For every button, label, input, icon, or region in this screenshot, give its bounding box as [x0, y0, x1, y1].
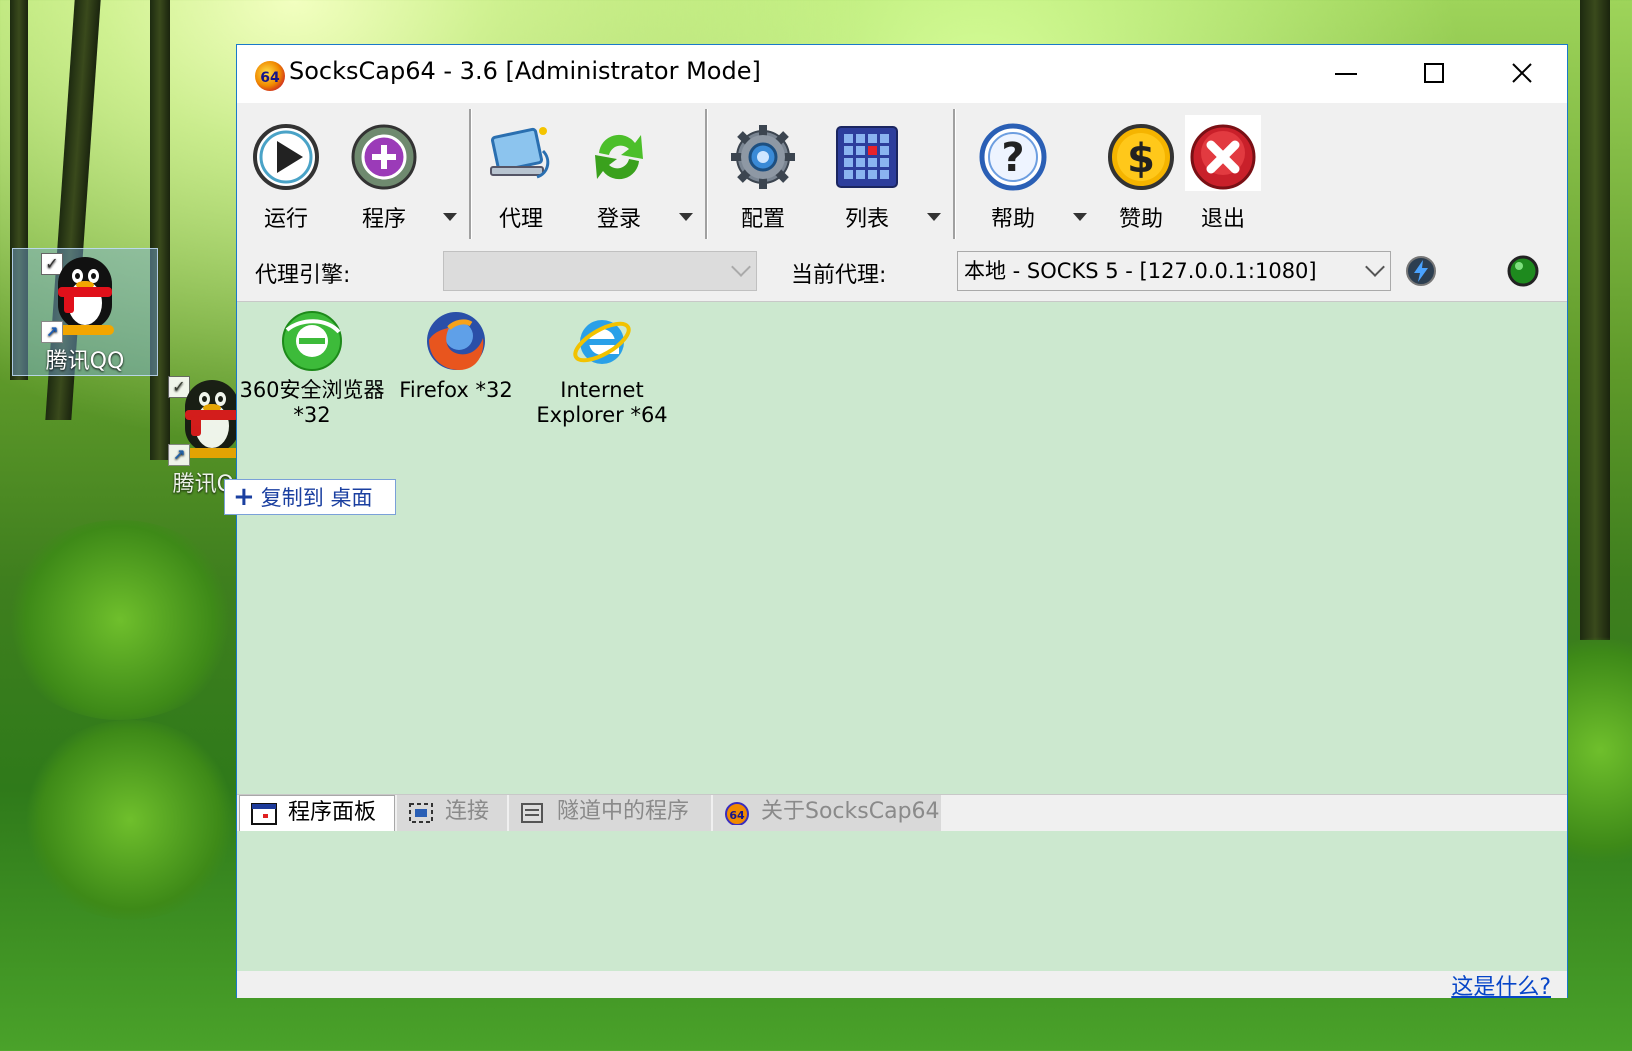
sockscap-logo-icon: 64 — [725, 802, 749, 825]
proxy-engine-select[interactable] — [443, 251, 757, 291]
drag-copy-label: 复制到 桌面 — [260, 486, 373, 510]
login-dropdown-arrow-icon[interactable] — [679, 213, 693, 221]
current-proxy-label: 当前代理: — [791, 263, 887, 288]
run-button[interactable]: 运行 — [240, 111, 332, 233]
current-proxy-select[interactable]: 本地 - SOCKS 5 - [127.0.0.1:1080] — [957, 251, 1391, 291]
list-button[interactable]: 列表 — [821, 111, 913, 233]
plus-icon: + — [233, 482, 255, 512]
tab-connections-label: 连接 — [445, 799, 490, 824]
help-label: 帮助 — [990, 207, 1035, 232]
app-label: Internet Explorer *64 — [536, 378, 668, 427]
svg-text:?: ? — [1001, 135, 1024, 181]
program-panel[interactable]: 360安全浏览器 *32 Firefox *32 Internet Explor… — [237, 302, 1567, 794]
toolbar-separator — [953, 109, 956, 239]
svg-text:$: $ — [1127, 136, 1155, 182]
lightning-test-icon[interactable] — [1405, 255, 1437, 287]
app-item-firefox[interactable]: Firefox *32 — [381, 310, 531, 403]
chevron-down-icon — [1365, 257, 1385, 277]
tab-tunneled[interactable]: 隧道中的程序 — [509, 795, 711, 831]
drag-copy-tooltip: + 复制到 桌面 — [224, 479, 396, 515]
title-bar[interactable]: 64 SocksCap64 - 3.6 [Administrator Mode] — [237, 45, 1567, 103]
toolbar: 运行 程序 代理 登录 配置 列表 ? 帮助 $ 赞助 退出 — [237, 103, 1567, 243]
chevron-down-icon — [731, 257, 751, 277]
maximize-icon — [1424, 63, 1444, 83]
tree-trunk — [1580, 0, 1610, 640]
help-button[interactable]: ? 帮助 — [967, 111, 1059, 233]
exit-button[interactable]: 退出 — [1177, 111, 1269, 233]
toolbar-separator — [469, 109, 472, 239]
proxy-button[interactable]: 代理 — [475, 111, 567, 233]
sockscap-window: 64 SocksCap64 - 3.6 [Administrator Mode]… — [236, 44, 1568, 1001]
window-title: SocksCap64 - 3.6 [Administrator Mode] — [289, 57, 761, 85]
tab-about-label: 关于SocksCap64 — [761, 799, 940, 824]
desktop-icon-label: 腾讯QQ — [45, 349, 125, 374]
config-button[interactable]: 配置 — [717, 111, 809, 233]
tab-bar: 程序面板 连接 隧道中的程序 64 关于SocksCap64 — [237, 794, 1567, 832]
exit-x-icon — [1189, 123, 1257, 191]
tab-tunneled-label: 隧道中的程序 — [557, 799, 690, 824]
window-panel-icon — [251, 803, 277, 825]
sockscap-logo-icon: 64 — [255, 61, 285, 91]
sponsor-button[interactable]: $ 赞助 — [1095, 111, 1187, 233]
360-browser-icon — [281, 310, 343, 372]
connection-icon — [409, 803, 433, 823]
exit-label: 退出 — [1200, 207, 1245, 232]
proxy-bar: 代理引擎: 当前代理: 本地 - SOCKS 5 - [127.0.0.1:10… — [237, 243, 1567, 302]
programs-label: 程序 — [361, 207, 406, 232]
what-is-this-link[interactable]: 这是什么? — [1451, 969, 1551, 1001]
foliage — [20, 720, 240, 920]
close-button[interactable] — [1477, 45, 1567, 101]
proxy-engine-label: 代理引擎: — [255, 263, 351, 288]
list-label: 列表 — [844, 207, 889, 232]
help-dropdown-arrow-icon[interactable] — [1073, 213, 1087, 221]
foliage — [0, 520, 240, 720]
run-label: 运行 — [263, 207, 308, 232]
close-icon — [1512, 63, 1532, 83]
lower-panel — [237, 831, 1567, 971]
firefox-icon — [425, 310, 487, 372]
login-button[interactable]: 登录 — [573, 111, 665, 233]
sponsor-label: 赞助 — [1118, 207, 1163, 232]
minimize-button[interactable] — [1301, 45, 1391, 101]
app-label: 360安全浏览器 *32 — [239, 378, 385, 427]
app-item-360[interactable]: 360安全浏览器 *32 — [237, 310, 387, 428]
minimize-icon — [1335, 73, 1357, 75]
tab-programs-label: 程序面板 — [288, 800, 377, 825]
tab-about[interactable]: 64 关于SocksCap64 — [713, 795, 941, 831]
tab-connections[interactable]: 连接 — [397, 795, 507, 831]
list-dropdown-arrow-icon[interactable] — [927, 213, 941, 221]
desktop-icon-qq[interactable]: ✓ ↗ 腾讯QQ — [12, 248, 158, 376]
app-item-ie[interactable]: Internet Explorer *64 — [527, 310, 677, 428]
svg-text:64: 64 — [729, 809, 745, 822]
question-mark-icon: ? — [979, 123, 1047, 191]
proxy-label: 代理 — [498, 207, 543, 232]
status-bar: 这是什么? — [237, 969, 1567, 1001]
shortcut-arrow-icon: ↗ — [41, 321, 63, 343]
current-proxy-value: 本地 - SOCKS 5 - [127.0.0.1:1080] — [964, 259, 1317, 283]
play-icon — [252, 123, 320, 191]
grid-list-icon — [833, 123, 901, 191]
login-label: 登录 — [596, 207, 641, 232]
proxy-computer-icon — [487, 123, 555, 191]
tunnel-list-icon — [521, 803, 543, 823]
config-label: 配置 — [740, 207, 785, 232]
shortcut-arrow-icon: ↗ — [168, 444, 190, 466]
refresh-arrows-icon — [585, 123, 653, 191]
dollar-coin-icon: $ — [1107, 123, 1175, 191]
tab-programs[interactable]: 程序面板 — [239, 795, 395, 831]
status-indicator-icon — [1507, 255, 1539, 287]
programs-button[interactable]: 程序 — [338, 111, 430, 233]
gear-icon — [729, 123, 797, 191]
add-program-icon — [350, 123, 418, 191]
programs-dropdown-arrow-icon[interactable] — [443, 213, 457, 221]
app-label: Firefox *32 — [399, 378, 513, 402]
toolbar-separator — [705, 109, 708, 239]
internet-explorer-icon — [571, 310, 633, 372]
maximize-button[interactable] — [1389, 45, 1479, 101]
